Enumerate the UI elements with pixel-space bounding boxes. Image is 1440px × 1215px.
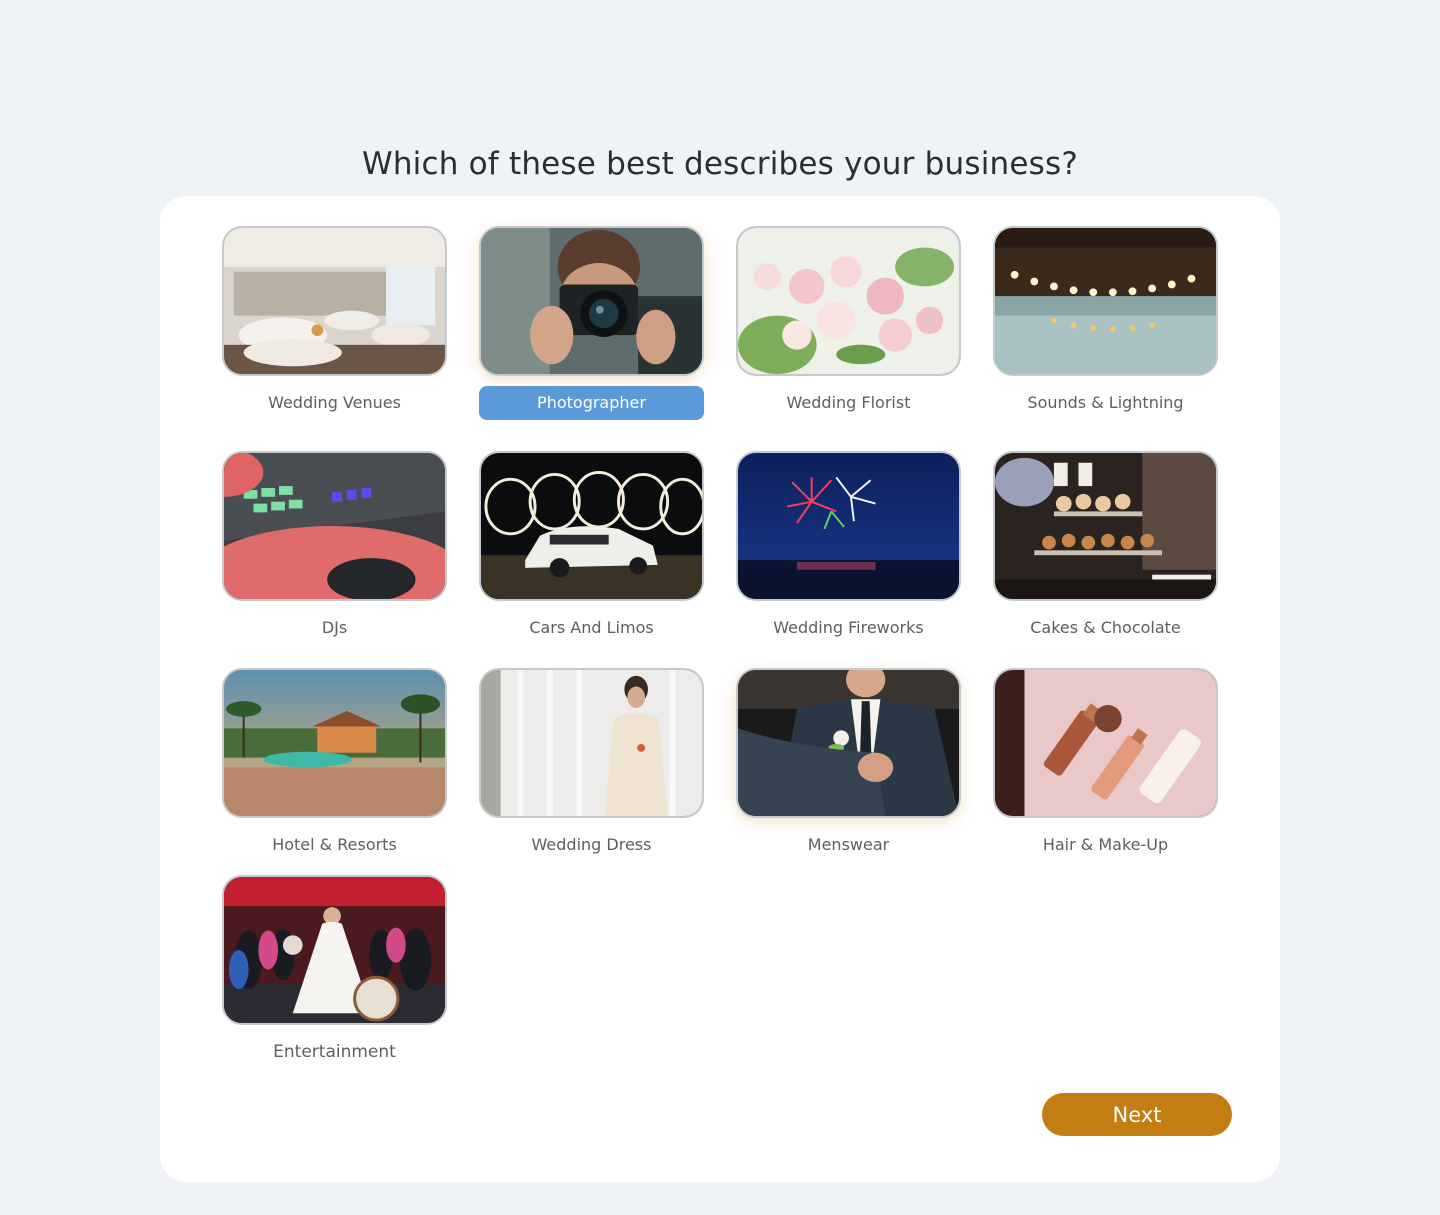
category-tile-cars-and-limos[interactable]: Cars And Limos <box>479 451 704 645</box>
wedding-venues-image <box>222 226 447 376</box>
category-tile-wedding-venues[interactable]: Wedding Venues <box>222 226 447 420</box>
category-label: Cakes & Chocolate <box>1030 618 1181 637</box>
category-tile-hair-make-up[interactable]: Hair & Make-Up <box>993 668 1218 862</box>
category-panel: Wedding Venues Photographer Wedding Flor… <box>160 196 1280 1182</box>
category-tile-djs[interactable]: DJs <box>222 451 447 645</box>
category-label: Wedding Dress <box>531 835 652 854</box>
hotel-resorts-image <box>222 668 447 818</box>
category-label: DJs <box>321 618 348 637</box>
cakes-chocolate-image <box>993 451 1218 601</box>
category-label: Entertainment <box>273 1042 396 1062</box>
category-label: Wedding Venues <box>268 393 401 412</box>
category-tile-menswear[interactable]: Menswear <box>736 668 961 862</box>
category-label: Menswear <box>807 835 890 854</box>
cars-and-limos-image <box>479 451 704 601</box>
djs-image <box>222 451 447 601</box>
entertainment-image <box>222 875 447 1025</box>
category-label: Sounds & Lightning <box>1027 393 1184 412</box>
category-label: Photographer <box>479 386 704 420</box>
category-label: Wedding Florist <box>786 393 911 412</box>
category-label: Cars And Limos <box>529 618 654 637</box>
category-tile-cakes-chocolate[interactable]: Cakes & Chocolate <box>993 451 1218 645</box>
wedding-dress-image <box>479 668 704 818</box>
wedding-fireworks-image <box>736 451 961 601</box>
category-tile-entertainment[interactable]: Entertainment <box>222 875 447 1069</box>
hair-make-up-image <box>993 668 1218 818</box>
menswear-image <box>736 668 961 818</box>
sounds-lightning-image <box>993 226 1218 376</box>
category-label: Hair & Make-Up <box>1042 835 1169 854</box>
category-tile-wedding-florist[interactable]: Wedding Florist <box>736 226 961 420</box>
photographer-image <box>479 226 704 376</box>
next-button[interactable]: Next <box>1042 1093 1232 1136</box>
category-tile-wedding-fireworks[interactable]: Wedding Fireworks <box>736 451 961 645</box>
category-tile-hotel-resorts[interactable]: Hotel & Resorts <box>222 668 447 862</box>
category-tile-sounds-lightning[interactable]: Sounds & Lightning <box>993 226 1218 420</box>
category-tile-wedding-dress[interactable]: Wedding Dress <box>479 668 704 862</box>
category-label: Hotel & Resorts <box>272 835 397 854</box>
wedding-florist-image <box>736 226 961 376</box>
category-tile-photographer[interactable]: Photographer <box>479 226 704 420</box>
category-label: Wedding Fireworks <box>773 618 924 637</box>
page-title: Which of these best describes your busin… <box>361 146 1079 182</box>
